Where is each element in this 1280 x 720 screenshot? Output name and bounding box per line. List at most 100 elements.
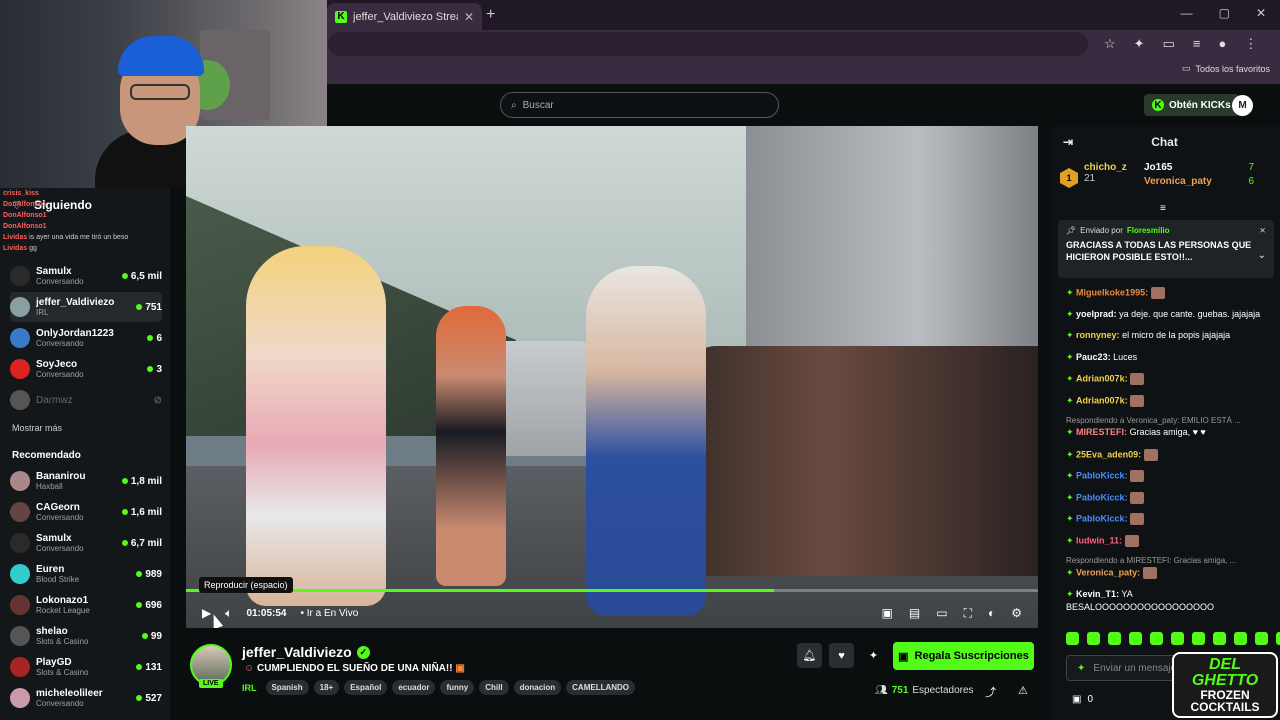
follow-heart-icon[interactable]: ♥: [829, 643, 854, 668]
tab-close-icon[interactable]: ✕: [464, 10, 474, 24]
playlist-icon[interactable]: ≡: [1193, 36, 1201, 52]
share-icon[interactable]: ⤴: [985, 684, 996, 700]
pinned-user[interactable]: Floresmilio: [1127, 226, 1170, 235]
sidebar-channel[interactable]: CAGeorn Conversando 1,6 mil: [10, 497, 162, 527]
show-more-link[interactable]: Mostrar más: [12, 423, 62, 433]
sidebar-channel[interactable]: PlayGD Slots & Casino 131: [10, 652, 162, 682]
reply-context[interactable]: Respondiendo a Veronica_paty: EMILIO EST…: [1066, 416, 1272, 425]
quick-emote-icon[interactable]: [1213, 632, 1226, 645]
quick-emote-icon[interactable]: [1255, 632, 1268, 645]
extensions-icon[interactable]: ✦: [1134, 36, 1145, 52]
chat-username[interactable]: Pauc23:: [1076, 352, 1111, 362]
chat-username[interactable]: Kevin_T1:: [1076, 589, 1119, 599]
chat-username[interactable]: 25Eva_aden09:: [1076, 449, 1141, 459]
chat-username[interactable]: PabloKicck:: [1076, 513, 1128, 523]
sidebar-channel[interactable]: Samulx Conversando 6,7 mil: [10, 528, 162, 558]
star-icon[interactable]: ☆: [1104, 36, 1116, 52]
theater-icon[interactable]: ▭: [936, 606, 947, 621]
quick-emote-icon[interactable]: [1108, 632, 1121, 645]
quick-emote-icon[interactable]: [1234, 632, 1247, 645]
quick-emote-icon[interactable]: [1150, 632, 1163, 645]
browser-tab[interactable]: K jeffer_Valdiviezo Stream - Watch ✕: [327, 3, 482, 30]
stream-tag[interactable]: Spanish: [265, 680, 309, 695]
unpin-icon[interactable]: ⨯: [1259, 226, 1266, 235]
sidebar-channel[interactable]: shelao Slots & Casino 99: [10, 621, 162, 651]
chat-username[interactable]: yoelprad:: [1076, 309, 1117, 319]
sidebar-channel[interactable]: Lokonazo1 Rocket League 696: [10, 590, 162, 620]
quick-emote-icon[interactable]: [1066, 632, 1079, 645]
profile-icon[interactable]: ●: [1218, 36, 1226, 52]
chat-message: ✦ Adrian007k:: [1066, 394, 1272, 407]
stream-tag[interactable]: Español: [344, 680, 388, 695]
sidebar-channel[interactable]: Euren Blood Strike 989: [10, 559, 162, 589]
expand-leaderboard-icon[interactable]: ≡: [1160, 203, 1166, 214]
omnibox[interactable]: [328, 32, 1088, 56]
quick-emote-icon[interactable]: [1129, 632, 1142, 645]
sidebar-channel[interactable]: micheleolileer Conversando 527: [10, 683, 162, 713]
chat-username[interactable]: ronnyney:: [1076, 330, 1120, 340]
sidebar-channel[interactable]: Bananirou Haxball 1,8 mil: [10, 466, 162, 496]
volume-icon[interactable]: 🔈︎: [225, 606, 232, 621]
speed-icon[interactable]: ◐: [988, 606, 995, 621]
all-bookmarks-button[interactable]: ▭ Todos los favoritos: [1182, 63, 1270, 74]
menu-icon[interactable]: ⋮: [1244, 36, 1257, 52]
quick-emote-icon[interactable]: [1276, 632, 1280, 645]
stream-tag[interactable]: ecuador: [392, 680, 436, 695]
go-live-button[interactable]: • Ir a En Vivo: [300, 608, 358, 619]
sidebar-channel[interactable]: SoyJeco Conversando 3: [10, 354, 162, 384]
channel-category: Blood Strike: [36, 575, 80, 584]
get-kicks-button[interactable]: K Obtén KICKs: [1144, 94, 1239, 116]
clip-icon[interactable]: ▤: [909, 606, 920, 621]
gift-subscriptions-button[interactable]: ▣ Regala Suscripciones: [893, 642, 1034, 670]
stream-tag[interactable]: CAMELLANDO: [566, 680, 636, 695]
new-tab-button[interactable]: +: [486, 6, 495, 24]
stream-tags: IRL Spanish 18+ Español ecuador funny Chill do…: [242, 680, 636, 695]
sidebar-channel[interactable]: Darmwz ⊘: [10, 385, 162, 415]
stream-tag[interactable]: donacion: [513, 680, 562, 695]
collapse-chat-icon[interactable]: ⇥: [1063, 135, 1073, 149]
minimize-button[interactable]: —: [1181, 6, 1193, 20]
stream-tag[interactable]: 18+: [313, 680, 340, 695]
quick-emote-icon[interactable]: [1192, 632, 1205, 645]
emote-picker-icon[interactable]: ✦: [1077, 663, 1085, 674]
pip-icon[interactable]: ▣: [882, 606, 893, 621]
category-link[interactable]: IRL: [242, 683, 257, 693]
close-window-button[interactable]: ✕: [1256, 6, 1266, 20]
pinned-label: Enviado por: [1080, 226, 1123, 235]
chat-username[interactable]: Adrian007k:: [1076, 395, 1128, 405]
reply-context[interactable]: Respondiendo a MIRESTEFI: Gracias amiga,…: [1066, 556, 1272, 565]
quick-emote-icon[interactable]: [1171, 632, 1184, 645]
stream-tag[interactable]: funny: [440, 680, 475, 695]
leader-3-name[interactable]: Veronica_paty: [1144, 176, 1212, 187]
chevron-down-icon[interactable]: ⌄: [1258, 250, 1266, 261]
chat-username[interactable]: ludwin_11:: [1076, 535, 1122, 545]
stream-tag[interactable]: Chill: [479, 680, 509, 695]
chat-username[interactable]: Miguelkoke1995:: [1076, 287, 1148, 297]
notification-bell-icon[interactable]: 🔔︎: [797, 643, 822, 668]
video-player[interactable]: [186, 126, 1038, 628]
maximize-button[interactable]: ▢: [1219, 6, 1230, 20]
chat-username[interactable]: Adrian007k:: [1076, 373, 1128, 383]
sparkle-icon[interactable]: ✦: [861, 643, 886, 668]
quick-emote-icon[interactable]: [1087, 632, 1100, 645]
sidebar-channel[interactable]: jeffer_Valdiviezo IRL 751: [10, 292, 162, 322]
sidebar-channel[interactable]: OnlyJordan1223 Conversando 6: [10, 323, 162, 353]
chat-username[interactable]: PabloKicck:: [1076, 470, 1128, 480]
settings-gear-icon[interactable]: ⚙: [1011, 606, 1022, 621]
streamer-name[interactable]: jeffer_Valdiviezo ✓: [242, 644, 370, 660]
chat-username[interactable]: PabloKicck:: [1076, 492, 1128, 502]
fullscreen-icon[interactable]: ⛶: [964, 606, 972, 621]
report-icon[interactable]: ⚠: [1018, 684, 1028, 700]
chat-username[interactable]: Veronica_paty:: [1076, 567, 1140, 577]
live-dot-icon: [121, 509, 128, 515]
channel-category: Conversando: [36, 699, 84, 708]
channel-points[interactable]: ▣ 0: [1072, 694, 1093, 705]
cast-icon[interactable]: ▭: [1163, 36, 1175, 52]
user-avatar[interactable]: M: [1232, 95, 1253, 116]
leader-2-name[interactable]: Jo165: [1144, 162, 1172, 173]
search-input[interactable]: ⌕ Buscar: [500, 92, 779, 118]
chat-username[interactable]: MIRESTEFI:: [1076, 427, 1127, 437]
sidebar-channel[interactable]: Samulx Conversando 6,5 mil: [10, 261, 162, 291]
live-dot-icon: [136, 304, 143, 310]
leader-1-name[interactable]: chicho_z: [1084, 162, 1138, 173]
